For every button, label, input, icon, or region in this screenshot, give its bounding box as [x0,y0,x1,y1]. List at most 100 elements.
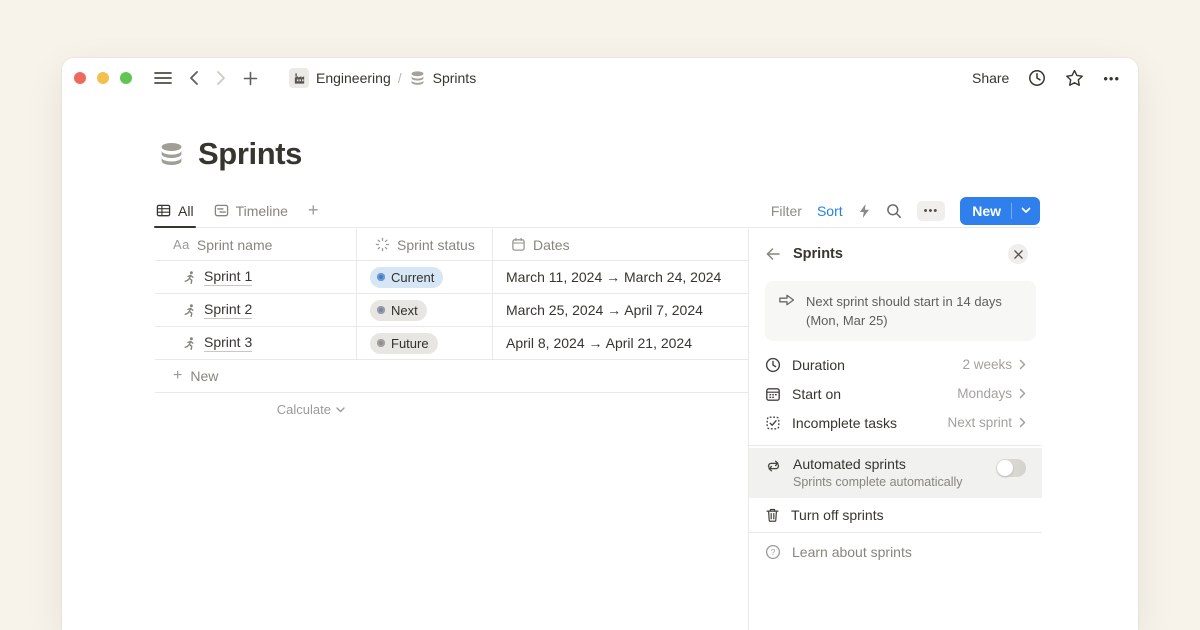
sprint-name-link[interactable]: Sprint 1 [204,268,252,286]
page-title[interactable]: Sprints [198,136,302,172]
column-label: Sprint status [397,237,475,253]
status-property-icon [375,237,390,252]
add-view-plus-icon[interactable]: + [308,200,319,221]
date-property-icon [511,237,526,252]
new-button[interactable]: New [960,197,1040,225]
text-property-icon: Aa [173,237,190,252]
dates-cell[interactable]: March 25, 2024 → April 7, 2024 [493,294,748,326]
automated-sprints-sublabel: Sprints complete automatically [793,475,963,489]
setting-value: Next sprint [947,415,1012,430]
sprints-table: Aa Sprint name Sprint status Dates [155,229,748,426]
add-row-button[interactable]: + New [155,360,748,393]
calendar-icon [765,386,781,402]
new-page-plus-icon[interactable] [243,66,258,90]
breadcrumb-separator: / [398,70,402,86]
status-dot-icon [377,273,385,281]
date-range: April 8, 2024 → April 21, 2024 [506,335,692,351]
automated-sprints-row[interactable]: Automated sprints Sprints complete autom… [749,448,1042,498]
new-dropdown-chevron-icon[interactable] [1012,207,1040,214]
setting-start-on[interactable]: Start on Mondays [749,379,1042,408]
more-options-icon[interactable]: ••• [1103,71,1120,86]
share-button[interactable]: Share [972,70,1009,86]
sprint-status-cell[interactable]: Current [357,261,493,293]
notice-line2: (Mon, Mar 25) [806,311,1002,330]
close-window-button[interactable] [74,72,86,84]
sprint-name-cell[interactable]: Sprint 3 [155,327,357,359]
runner-icon [182,270,197,285]
sprint-status-cell[interactable]: Next [357,294,493,326]
column-header-sprint-status[interactable]: Sprint status [357,229,493,260]
status-label: Next [391,303,418,318]
workspace-building-icon[interactable] [289,68,309,88]
calculate-button[interactable]: Calculate [155,393,357,426]
column-header-dates[interactable]: Dates [493,229,748,260]
tab-timeline[interactable]: Timeline [214,194,288,227]
zoom-window-button[interactable] [120,72,132,84]
question-circle-icon: ? [765,544,781,560]
window-topbar: Engineering / Sprints Share ••• [62,58,1138,98]
page-title-row: Sprints [158,136,302,172]
calculate-chevron-down-icon [336,407,345,413]
arrow-right-outline-icon [777,292,796,330]
status-badge: Next [370,300,427,321]
filter-button[interactable]: Filter [771,203,802,219]
table-row: Sprint 1 Current March 11, 2024 → March … [155,261,748,294]
view-tabs: All Timeline + [156,194,318,227]
dates-cell[interactable]: April 8, 2024 → April 21, 2024 [493,327,748,359]
learn-about-sprints-link[interactable]: ? Learn about sprints [749,533,1042,571]
automated-sprints-toggle[interactable] [996,459,1026,477]
clock-history-icon[interactable] [1028,66,1046,90]
traffic-lights [74,72,132,84]
back-chevron-icon[interactable] [189,66,199,90]
table-header-row: Aa Sprint name Sprint status Dates [155,229,748,261]
chevron-right-icon [1019,417,1026,428]
setting-label: Incomplete tasks [792,415,897,431]
panel-back-arrow-icon[interactable] [765,247,781,261]
sort-button[interactable]: Sort [817,203,843,219]
favorite-star-icon[interactable] [1065,66,1084,90]
view-bar: All Timeline + Filter Sort ••• New [156,194,1040,228]
turn-off-sprints-button[interactable]: Turn off sprints [749,498,1042,532]
status-dot-icon [377,339,385,347]
setting-value: 2 weeks [962,357,1012,372]
setting-label: Start on [792,386,841,402]
column-header-sprint-name[interactable]: Aa Sprint name [155,229,357,260]
sidebar-toggle-icon[interactable] [154,66,172,90]
chevron-right-icon [1019,359,1026,370]
sprint-name-link[interactable]: Sprint 2 [204,301,252,319]
table-row: Sprint 3 Future April 8, 2024 → April 21… [155,327,748,360]
lightning-icon[interactable] [858,203,871,219]
search-icon[interactable] [886,203,902,219]
breadcrumb: Engineering / Sprints [272,66,476,90]
calculate-label: Calculate [277,402,331,417]
column-label: Sprint name [197,237,272,253]
status-badge: Future [370,333,438,354]
sprint-name-cell[interactable]: Sprint 1 [155,261,357,293]
panel-close-icon[interactable] [1008,244,1028,264]
sprint-settings-list: Duration 2 weeks Start on Mondays [749,350,1042,437]
clock-icon [765,357,781,373]
status-badge: Current [370,267,443,288]
breadcrumb-page[interactable]: Sprints [433,70,477,86]
forward-chevron-icon[interactable] [216,66,226,90]
sprint-name-cell[interactable]: Sprint 2 [155,294,357,326]
setting-incomplete-tasks[interactable]: Incomplete tasks Next sprint [749,408,1042,437]
timeline-view-icon [214,203,229,218]
toggle-knob [997,460,1013,476]
view-controls: Filter Sort ••• New [771,197,1040,225]
dates-cell[interactable]: March 11, 2024 → March 24, 2024 [493,261,748,293]
minimize-window-button[interactable] [97,72,109,84]
date-range: March 11, 2024 → March 24, 2024 [506,269,721,285]
tab-all[interactable]: All [156,194,194,227]
sprint-name-link[interactable]: Sprint 3 [204,334,252,352]
status-label: Current [391,270,434,285]
view-more-button[interactable]: ••• [917,201,946,221]
view-more-dots: ••• [924,201,939,221]
trash-icon [765,507,780,523]
column-label: Dates [533,237,570,253]
setting-duration[interactable]: Duration 2 weeks [749,350,1042,379]
sprint-status-cell[interactable]: Future [357,327,493,359]
breadcrumb-workspace[interactable]: Engineering [316,70,391,86]
checkbox-check-icon [765,415,781,431]
add-row-plus-icon: + [173,367,182,385]
